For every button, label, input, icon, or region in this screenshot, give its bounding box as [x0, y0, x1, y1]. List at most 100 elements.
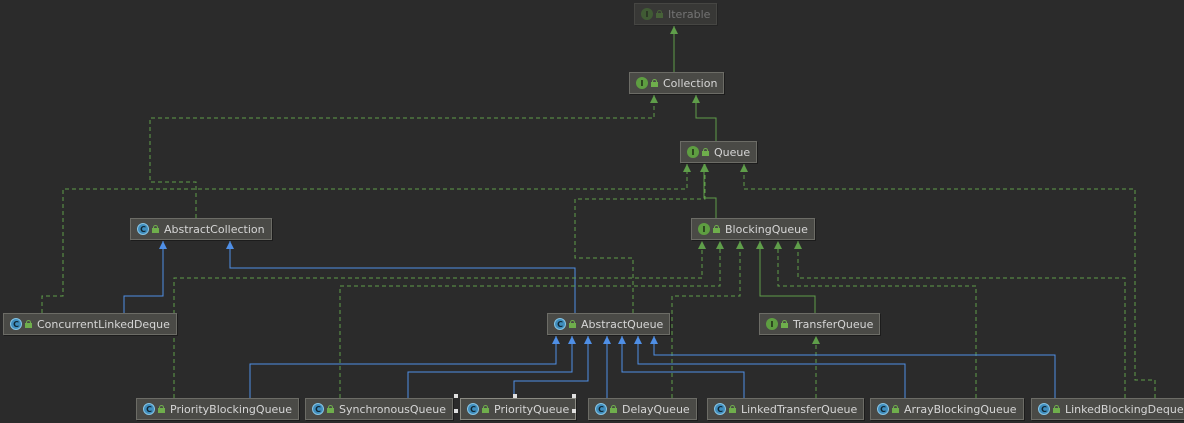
lock-icon — [781, 320, 788, 328]
node-transfer-queue[interactable]: I TransferQueue — [759, 313, 881, 335]
edge-transferqueue-blockingqueue — [759, 241, 816, 313]
interface-icon: I — [641, 8, 653, 20]
edge-abstractqueue-queue — [574, 164, 706, 313]
selection-handle[interactable] — [513, 394, 517, 398]
node-collection[interactable]: I Collection — [629, 72, 725, 94]
edge-priorityblockingqueue-abstractqueue — [249, 336, 557, 398]
node-label: ArrayBlockingQueue — [904, 402, 1017, 416]
selection-handle[interactable] — [572, 394, 576, 398]
class-icon: C — [877, 403, 889, 415]
edge-linkedblockingdeque-queue — [743, 164, 1156, 398]
arrowhead — [568, 336, 576, 344]
lock-icon — [651, 79, 658, 87]
arrowhead — [584, 336, 592, 344]
selection-handle[interactable] — [572, 409, 576, 413]
node-iterable[interactable]: I Iterable — [634, 3, 718, 25]
node-label: LinkedTransferQueue — [741, 402, 858, 416]
class-icon: C — [1038, 403, 1050, 415]
node-queue[interactable]: I Queue — [680, 141, 758, 163]
node-label: AbstractQueue — [581, 317, 664, 331]
interface-icon: I — [766, 318, 778, 330]
arrowhead — [650, 95, 658, 103]
node-linked-blocking-deque[interactable]: C LinkedBlockingDeque — [1031, 398, 1184, 420]
interface-icon: I — [698, 223, 710, 235]
node-blocking-queue[interactable]: I BlockingQueue — [691, 218, 815, 240]
edge-concurrentlinkeddeque-abstractcollection — [123, 241, 164, 313]
node-concurrent-linked-deque[interactable]: C ConcurrentLinkedDeque — [3, 313, 177, 335]
node-label: PriorityBlockingQueue — [170, 402, 293, 416]
arrowhead — [812, 336, 820, 344]
node-abstract-queue[interactable]: C AbstractQueue — [547, 313, 671, 335]
edge-abstractcollection-collection — [149, 95, 655, 218]
edge-synchronousqueue-abstractqueue — [407, 336, 573, 398]
lock-icon — [892, 405, 899, 413]
class-icon: C — [312, 403, 324, 415]
abstract-class-icon: C — [554, 318, 566, 330]
edge-abstractqueue-abstractcollection — [229, 241, 576, 313]
edge-blockingqueue-queue — [703, 164, 717, 218]
edge-linkedtransferqueue-abstractqueue — [621, 336, 745, 398]
abstract-class-icon: C — [137, 223, 149, 235]
arrowhead — [650, 336, 658, 344]
lock-icon — [713, 225, 720, 233]
arrowhead — [756, 241, 764, 249]
lock-icon — [152, 225, 159, 233]
node-label: BlockingQueue — [725, 222, 808, 236]
interface-icon: I — [687, 146, 699, 158]
lock-icon — [656, 10, 663, 18]
arrowhead — [774, 241, 782, 249]
lock-icon — [1053, 405, 1060, 413]
node-label: ConcurrentLinkedDeque — [37, 317, 170, 331]
arrowhead — [692, 95, 700, 103]
lock-icon — [610, 405, 617, 413]
class-icon: C — [143, 403, 155, 415]
class-icon: C — [714, 403, 726, 415]
arrowhead — [159, 241, 167, 249]
class-icon: C — [467, 403, 479, 415]
edge-priorityqueue-abstractqueue — [513, 336, 589, 398]
node-label: TransferQueue — [793, 317, 874, 331]
selection-handle[interactable] — [454, 409, 458, 413]
node-priority-blocking-queue[interactable]: C PriorityBlockingQueue — [136, 398, 300, 420]
arrowhead — [794, 241, 802, 249]
arrowhead — [698, 241, 706, 249]
arrowhead — [226, 241, 234, 249]
lock-icon — [729, 405, 736, 413]
arrowhead — [618, 336, 626, 344]
lock-icon — [25, 320, 32, 328]
node-label: LinkedBlockingDeque — [1065, 402, 1184, 416]
lock-icon — [702, 148, 709, 156]
arrowhead — [603, 336, 611, 344]
node-label: AbstractCollection — [164, 222, 265, 236]
node-priority-queue[interactable]: C PriorityQueue — [460, 398, 577, 420]
node-label: Queue — [714, 145, 751, 159]
lock-icon — [327, 405, 334, 413]
node-label: Iterable — [668, 7, 711, 21]
arrowhead — [634, 336, 642, 344]
lock-icon — [569, 320, 576, 328]
node-label: PriorityQueue — [494, 402, 570, 416]
node-array-blocking-queue[interactable]: C ArrayBlockingQueue — [870, 398, 1024, 420]
edge-arrayblockingqueue-abstractqueue — [637, 336, 906, 398]
node-label: SynchronousQueue — [339, 402, 447, 416]
node-synchronous-queue[interactable]: C SynchronousQueue — [305, 398, 454, 420]
lock-icon — [158, 405, 165, 413]
class-icon: C — [595, 403, 607, 415]
lock-icon — [482, 405, 489, 413]
node-label: DelayQueue — [622, 402, 690, 416]
arrowhead — [716, 241, 724, 249]
edge-linkedblockingdeque-abstractqueue — [653, 336, 1056, 398]
edge-delayqueue-blockingqueue — [671, 241, 741, 398]
node-delay-queue[interactable]: C DelayQueue — [588, 398, 697, 420]
node-linked-transfer-queue[interactable]: C LinkedTransferQueue — [707, 398, 865, 420]
arrowhead — [683, 164, 691, 172]
interface-icon: I — [636, 77, 648, 89]
arrowhead — [670, 26, 678, 34]
selection-handle[interactable] — [454, 394, 458, 398]
arrowhead — [552, 336, 560, 344]
arrowhead — [740, 164, 748, 172]
node-label: Collection — [663, 76, 718, 90]
node-abstract-collection[interactable]: C AbstractCollection — [130, 218, 272, 240]
relationship-edges — [41, 26, 1156, 398]
arrowhead — [736, 241, 744, 249]
